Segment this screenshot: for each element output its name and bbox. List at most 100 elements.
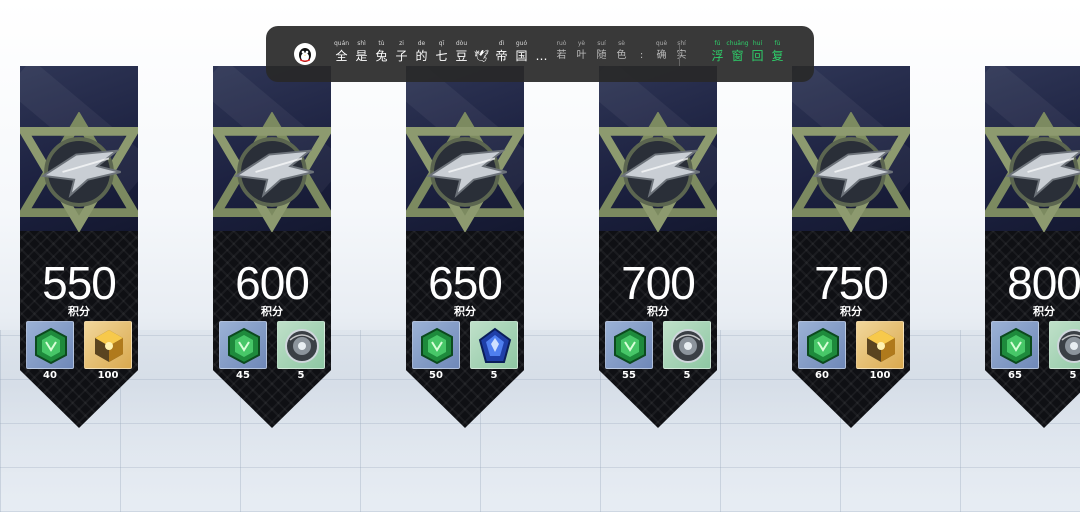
action-char: fù 复 bbox=[768, 40, 787, 64]
lyric-char: de 的 bbox=[412, 40, 431, 64]
silver-orb-icon bbox=[671, 329, 705, 363]
lyric-char: 🕊 bbox=[472, 40, 491, 64]
green-crystal-icon bbox=[35, 327, 67, 365]
points-value: 700 bbox=[621, 257, 696, 309]
pinyin-text: shì bbox=[357, 40, 366, 47]
hanzi-text: 子 bbox=[395, 49, 408, 63]
rank-emblem-icon bbox=[599, 112, 717, 232]
points-value: 800 bbox=[1007, 257, 1080, 309]
pinyin-text: fú bbox=[714, 40, 721, 47]
meta-char: suí 随 bbox=[592, 40, 611, 64]
meta-char: shí 实 bbox=[672, 40, 691, 64]
reward-card[interactable]: 650 积分 50 5 bbox=[406, 66, 524, 428]
hanzi-text: 色 bbox=[616, 50, 627, 61]
hanzi-text: … bbox=[535, 49, 548, 63]
reward-item-slot[interactable] bbox=[219, 321, 267, 369]
reward-item-slot[interactable] bbox=[798, 321, 846, 369]
lyric-divider bbox=[679, 44, 680, 66]
reward-item-slot[interactable] bbox=[991, 321, 1039, 369]
reward-item-slot[interactable] bbox=[663, 321, 711, 369]
hanzi-text: 确 bbox=[656, 50, 667, 61]
points-unit: 积分 bbox=[261, 305, 283, 318]
reward-card[interactable]: 550 积分 40 100 bbox=[20, 66, 138, 428]
hanzi-text: 复 bbox=[771, 49, 784, 63]
reward-quantity: 45 bbox=[236, 370, 250, 381]
hanzi-text: 兔 bbox=[375, 49, 388, 63]
reward-quantity: 5 bbox=[490, 370, 498, 381]
lyric-char: tù 兔 bbox=[372, 40, 391, 64]
green-crystal-icon bbox=[228, 327, 260, 365]
lyric-char: dòu 豆 bbox=[452, 40, 471, 64]
reward-quantity: 40 bbox=[43, 370, 57, 381]
points-unit: 积分 bbox=[840, 305, 862, 318]
hanzi-text: 叶 bbox=[576, 50, 587, 61]
hanzi-text: 若 bbox=[556, 50, 567, 61]
reward-quantity: 55 bbox=[622, 370, 636, 381]
green-crystal-icon bbox=[614, 327, 646, 365]
pinyin-text: què bbox=[655, 40, 668, 47]
reward-item-slot[interactable] bbox=[412, 321, 460, 369]
gold-cube-icon bbox=[95, 330, 123, 362]
reward-card[interactable]: 800 积分 65 5 bbox=[985, 66, 1080, 428]
reward-quantity: 5 bbox=[683, 370, 691, 381]
green-crystal-icon bbox=[1000, 327, 1032, 365]
points-value: 750 bbox=[814, 257, 889, 309]
hanzi-text: 是 bbox=[355, 49, 368, 63]
hanzi-text: 七 bbox=[435, 49, 448, 63]
reward-card[interactable]: 750 积分 60 100 bbox=[792, 66, 910, 428]
hanzi-text: 的 bbox=[415, 49, 428, 63]
lyric-char: shì 是 bbox=[352, 40, 371, 64]
lyric-char: dì 帝 bbox=[492, 40, 511, 64]
pinyin-text: suí bbox=[597, 40, 606, 47]
hanzi-text: 回 bbox=[751, 49, 764, 63]
rank-emblem-icon bbox=[792, 112, 910, 232]
points-unit: 积分 bbox=[1033, 305, 1055, 318]
hanzi-text: 窗 bbox=[731, 49, 744, 63]
pinyin-text: chuāng bbox=[726, 40, 749, 47]
pinyin-text: dòu bbox=[455, 40, 468, 47]
hanzi-text: 随 bbox=[596, 50, 607, 61]
reward-quantity: 60 bbox=[815, 370, 829, 381]
points-unit: 积分 bbox=[68, 305, 90, 318]
lyric-overlay[interactable]: quán 全 shì 是 tù 兔 zi 子 de 的 qī 七 dòu 豆 🕊 dì 帝 guó 国… ruò 若 y… bbox=[266, 26, 814, 82]
silver-orb-icon bbox=[285, 329, 319, 363]
reward-card[interactable]: 700 积分 55 5 bbox=[599, 66, 717, 428]
reward-item-slot[interactable] bbox=[277, 321, 325, 369]
pinyin-text: tù bbox=[378, 40, 385, 47]
points-value: 600 bbox=[235, 257, 310, 309]
pinyin-text: ruò bbox=[556, 40, 567, 47]
silver-orb-icon bbox=[1057, 329, 1080, 363]
rank-emblem-icon bbox=[213, 112, 331, 232]
points-value: 550 bbox=[42, 257, 117, 309]
reward-quantity: 5 bbox=[297, 370, 305, 381]
reward-quantity: 65 bbox=[1008, 370, 1022, 381]
reward-item-slot[interactable] bbox=[470, 321, 518, 369]
reward-card[interactable]: 600 积分 45 5 bbox=[213, 66, 331, 428]
points-unit: 积分 bbox=[647, 305, 669, 318]
green-crystal-icon bbox=[807, 327, 839, 365]
meta-char: : bbox=[632, 40, 651, 64]
action-char: fú 浮 bbox=[708, 40, 727, 64]
reward-item-slot[interactable] bbox=[1049, 321, 1080, 369]
pinyin-text: quán bbox=[333, 40, 350, 47]
meta-char: yè 叶 bbox=[572, 40, 591, 64]
rank-emblem-icon bbox=[406, 112, 524, 232]
reward-quantity: 50 bbox=[429, 370, 443, 381]
reward-item-slot[interactable] bbox=[26, 321, 74, 369]
reward-item-slot[interactable] bbox=[856, 321, 904, 369]
reward-item-slot[interactable] bbox=[605, 321, 653, 369]
pinyin-text: guó bbox=[515, 40, 528, 47]
float-reply-button[interactable]: fú 浮 chuāng 窗 huí 回 fù 复 bbox=[708, 40, 787, 64]
lyric-char: … bbox=[532, 40, 551, 64]
reward-item-slot[interactable] bbox=[84, 321, 132, 369]
reward-quantity: 100 bbox=[869, 370, 891, 381]
hanzi-text: 浮 bbox=[711, 49, 724, 63]
hanzi-text: 国 bbox=[515, 49, 528, 63]
reward-quantity: 100 bbox=[97, 370, 119, 381]
pinyin-text: huí bbox=[752, 40, 763, 47]
points-unit: 积分 bbox=[454, 305, 476, 318]
points-value: 650 bbox=[428, 257, 503, 309]
hanzi-text: 全 bbox=[335, 49, 348, 63]
meta-char: ruò 若 bbox=[552, 40, 571, 64]
action-char: chuāng 窗 bbox=[726, 40, 749, 64]
